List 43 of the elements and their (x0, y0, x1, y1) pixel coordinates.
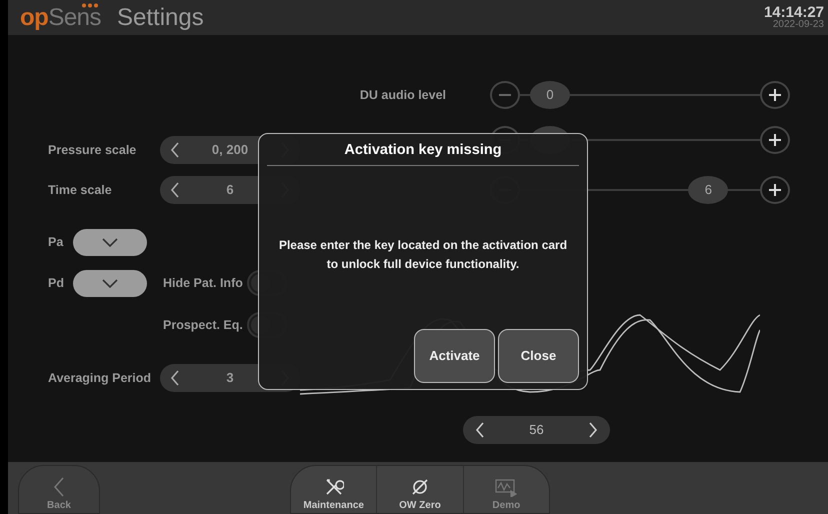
chevron-left-icon (170, 182, 180, 198)
setting-label: Pressure scale (48, 142, 138, 159)
monitor-wave-icon (495, 479, 518, 497)
toggle-label: Hide Pat. Info (163, 274, 243, 292)
chevron-left-icon (170, 370, 180, 386)
slider-thumb[interactable]: 0 (530, 81, 570, 109)
logo: opSens (20, 6, 102, 30)
minus-icon (499, 94, 511, 96)
minus-button[interactable] (490, 81, 520, 109)
chevron-right-icon (588, 422, 598, 438)
dropdown-button[interactable] (73, 228, 147, 256)
setting-label: Averaging Period (48, 370, 152, 387)
plus-icon (769, 134, 781, 146)
chevron-down-icon (102, 278, 118, 288)
signal-label: Pa (48, 234, 64, 251)
plus-button[interactable] (760, 81, 790, 109)
chevron-down-icon (102, 238, 118, 246)
chevron-left-icon (170, 142, 180, 158)
plus-button[interactable] (760, 126, 790, 154)
dropdown-button[interactable] (73, 270, 147, 296)
toggle-label: Prospect. Eq. (163, 316, 243, 334)
setting-label: Time scale (48, 182, 113, 199)
slider-track[interactable]: 0 (520, 81, 760, 109)
empty-set-icon (410, 477, 430, 497)
slider-label: DU audio level (358, 86, 446, 104)
chevron-left-icon (475, 422, 485, 438)
chevron-left-icon (53, 477, 65, 497)
tools-icon (324, 477, 344, 497)
plus-icon (769, 184, 781, 196)
page-stepper[interactable]: 56 (463, 416, 610, 444)
clock-date: 2022-09-23 (772, 20, 824, 30)
dialog-title: Activation key missing (267, 140, 579, 166)
clock-time: 14:14:27 (764, 5, 824, 20)
plus-icon (769, 89, 781, 101)
zero-button[interactable]: OW Zero (376, 466, 463, 513)
slider-thumb[interactable]: 6 (688, 176, 728, 204)
page-title: Settings (117, 2, 204, 32)
dialog-button[interactable]: Activate (414, 329, 495, 383)
dialog-message: Please enter the key located on the activation card to unlock full device functionality. (278, 236, 568, 273)
plus-button[interactable] (760, 176, 790, 204)
maintenance-button[interactable]: Maintenance (291, 466, 376, 513)
signal-label: Pd (48, 274, 65, 292)
dialog-button[interactable]: Close (498, 329, 579, 383)
